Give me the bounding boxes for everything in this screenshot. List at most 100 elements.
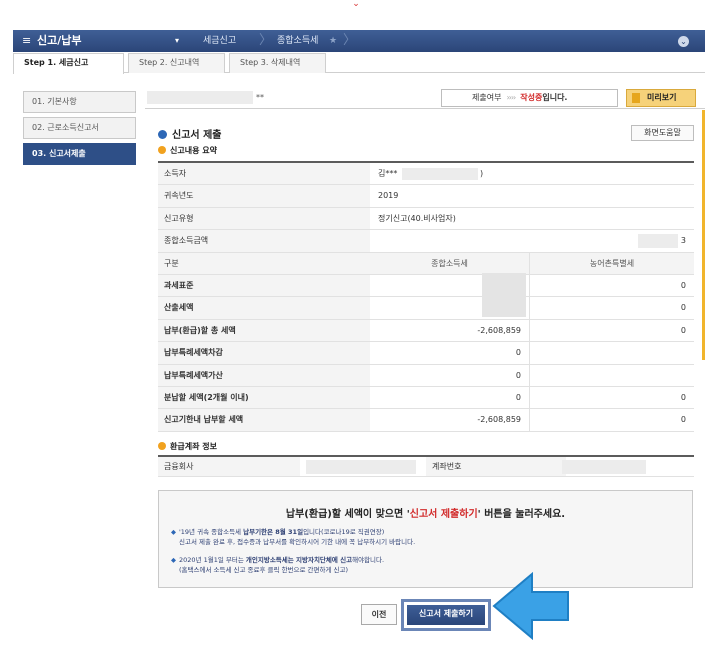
step-tabs: Step 1. 세금신고 Step 2. 신고내역 Step 3. 삭제내역 — [13, 53, 705, 74]
submit-status-box: 제출여부 ›››› 작성중입니다. — [441, 89, 618, 107]
help-button[interactable]: 화면도움말 — [631, 125, 694, 141]
income-tax-cell: 0 — [370, 386, 530, 409]
status-arrows: ›››› — [506, 93, 516, 102]
redacted-id — [402, 168, 478, 180]
page-title: 신고서 제출 — [158, 126, 221, 141]
income-tax-cell: -2,608,859 — [370, 319, 530, 342]
row-label: 신고기한내 납부할 세액 — [158, 409, 370, 431]
previous-button[interactable]: 이전 — [361, 604, 397, 625]
redacted-taxpayer — [147, 91, 253, 104]
status-badge: 작성중 — [520, 93, 543, 102]
rural-tax-cell: 0 — [680, 392, 686, 402]
account-title: 환급계좌 정보 — [158, 441, 217, 452]
notice-bullet-2: ◆ 2020년 1월1일 부터는 개인지방소득세는 지방자치단체에 신고해야합니다… — [171, 556, 385, 574]
bullet-icon — [158, 146, 166, 154]
tab-step-3[interactable]: Step 3. 삭제내역 — [229, 53, 326, 73]
redacted-values — [482, 273, 526, 317]
breadcrumb-separator: 〉 — [259, 33, 273, 48]
attribution-year: 2019 — [378, 191, 399, 201]
table-row: 납부(환급)할 총 세액 -2,608,859 0 — [158, 319, 694, 343]
row-label: 구분 — [158, 252, 370, 274]
table-row: 소득자 김*** ) — [158, 163, 694, 186]
row-label: 납부특례세액차감 — [158, 342, 370, 364]
expand-icon[interactable]: ⌄ — [678, 36, 689, 47]
rural-tax-cell: 0 — [680, 280, 686, 290]
row-label: 분납할 세액(2개월 이내) — [158, 386, 370, 409]
rural-tax-cell: 0 — [680, 415, 686, 425]
pointer-arrow-icon — [492, 572, 569, 640]
bullet-diamond-icon: ◆ — [171, 556, 176, 564]
breadcrumb-tax-filing[interactable]: 세금신고 — [203, 33, 236, 49]
top-nav-bar: ≡ 신고/납부 ▾ 세금신고 〉 종합소득세 ★ 〉 ⌄ — [13, 30, 705, 52]
col-header-rural-tax: 농어촌특별세 — [530, 252, 694, 274]
sidebar-item-submit-report[interactable]: 03. 신고서제출 — [23, 143, 136, 165]
income-tax-cell: 0 — [370, 364, 530, 386]
summary-title: 신고내용 요약 — [158, 145, 217, 156]
preview-button[interactable]: 미리보기 — [626, 89, 696, 107]
redacted-account-number — [562, 460, 646, 474]
submit-button-highlight: 신고서 제출하기 — [401, 599, 491, 631]
account-number-label: 계좌번호 — [426, 457, 566, 476]
breadcrumb-income-tax[interactable]: 종합소득세 — [277, 33, 318, 49]
bank-label: 금융회사 — [158, 457, 300, 476]
col-header-income-tax: 종합소득세 — [370, 252, 530, 274]
notice-message: 납부(환급)할 세액이 맞으면 '신고서 제출하기' 버튼을 눌러주세요. — [285, 509, 566, 520]
sidebar: 01. 기본사항 02. 근로소득신고서 03. 신고서제출 — [23, 91, 136, 169]
redacted-bank — [306, 460, 416, 474]
divider — [145, 108, 705, 109]
preview-icon — [632, 93, 640, 103]
rural-tax-cell — [530, 365, 694, 386]
app-title[interactable]: 신고/납부 — [37, 33, 82, 49]
top-chevron-icon: ⌄ — [352, 0, 360, 9]
taxpayer-name: 김*** — [378, 169, 398, 178]
bullet-icon — [158, 130, 167, 139]
row-label: 과세표준 — [158, 274, 370, 297]
bullet-diamond-icon: ◆ — [171, 528, 176, 536]
row-label: 산출세액 — [158, 297, 370, 319]
income-tax-cell: 0 — [370, 342, 530, 364]
row-label: 납부특례세액가산 — [158, 364, 370, 386]
table-row: 분납할 세액(2개월 이내) 0 0 — [158, 386, 694, 410]
table-row: 과세표준 0 — [158, 274, 694, 298]
submit-status-label: 제출여부 — [472, 93, 502, 102]
redacted-amount — [638, 234, 678, 249]
row-label: 종합소득금액 — [158, 230, 370, 252]
rural-tax-cell: 0 — [680, 303, 686, 313]
income-tax-cell: -2,608,859 — [370, 409, 530, 431]
scroll-indicator — [702, 110, 705, 360]
menu-icon[interactable]: ≡ — [22, 35, 32, 47]
masked-mark: ** — [256, 93, 264, 102]
table-row: 신고유형 정기신고(40.비사업자) — [158, 207, 694, 231]
sidebar-item-earned-income-report[interactable]: 02. 근로소득신고서 — [23, 117, 136, 139]
report-type: 정기신고(40.비사업자) — [378, 213, 456, 223]
breadcrumb-separator: 〉 — [343, 33, 357, 48]
table-header-row: 구분 종합소득세 농어촌특별세 — [158, 252, 694, 275]
total-income-tail: 3 — [680, 236, 686, 246]
table-row: 납부특례세액차감 0 — [158, 342, 694, 365]
account-table: 금융회사 계좌번호 — [158, 455, 694, 477]
tab-step-1[interactable]: Step 1. 세금신고 — [13, 53, 124, 74]
rural-tax-cell — [530, 342, 694, 363]
status-suffix: 입니다. — [542, 93, 568, 102]
notice-box: 납부(환급)할 세액이 맞으면 '신고서 제출하기' 버튼을 눌러주세요. ◆ '… — [158, 490, 693, 588]
table-row: 종합소득금액 3 — [158, 230, 694, 253]
row-label: 소득자 — [158, 163, 370, 185]
notice-bullet-1: ◆ '19년 귀속 종합소득세 납부기한은 8월 31일입니다(코로나19로 직권… — [171, 528, 416, 546]
rural-tax-cell: 0 — [680, 325, 686, 335]
bullet-icon — [158, 442, 166, 450]
table-row: 납부특례세액가산 0 — [158, 364, 694, 387]
submit-report-button[interactable]: 신고서 제출하기 — [407, 605, 485, 625]
table-row: 신고기한내 납부할 세액 -2,608,859 0 — [158, 409, 694, 432]
row-label: 신고유형 — [158, 207, 370, 230]
row-label: 귀속년도 — [158, 185, 370, 207]
tab-step-2[interactable]: Step 2. 신고내역 — [128, 53, 225, 73]
sidebar-item-basic-info[interactable]: 01. 기본사항 — [23, 91, 136, 113]
favorite-star-icon[interactable]: ★ — [329, 33, 337, 49]
row-label: 납부(환급)할 총 세액 — [158, 319, 370, 342]
table-row: 산출세액 0 — [158, 297, 694, 320]
preview-button-label: 미리보기 — [647, 93, 677, 102]
dropdown-arrow-icon[interactable]: ▾ — [175, 33, 179, 49]
taxpayer-name-tail: ) — [480, 169, 484, 178]
table-row: 귀속년도 2019 — [158, 185, 694, 208]
summary-table: 소득자 김*** ) 귀속년도 2019 신고유형 정기신고(40.비사업자) … — [158, 161, 694, 432]
